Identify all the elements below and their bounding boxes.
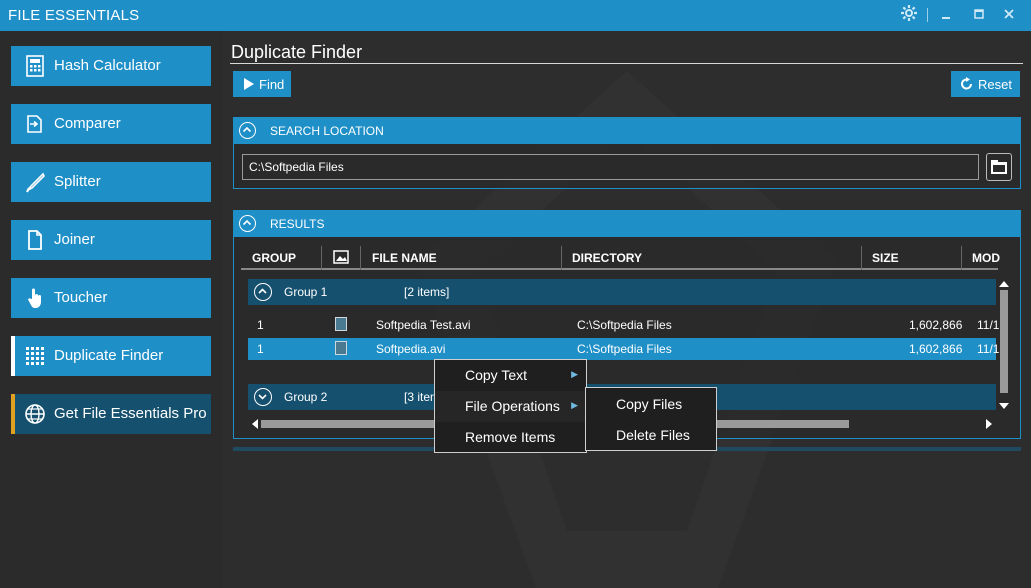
sidebar-item-label: Joiner	[54, 231, 95, 248]
cell-file-name: Softpedia Test.avi	[376, 318, 471, 332]
close-icon[interactable]	[998, 4, 1020, 26]
gear-icon[interactable]	[898, 4, 920, 26]
sidebar-item-label: Duplicate Finder	[54, 347, 164, 364]
reset-button-label: Reset	[978, 77, 1012, 92]
column-divider[interactable]	[360, 246, 361, 270]
play-icon	[244, 78, 254, 90]
page-title: Duplicate Finder	[231, 42, 363, 62]
group-count: [2 items]	[404, 285, 450, 299]
table-row-selected[interactable]: 1 Softpedia.avi C:\Softpedia Files 1,602…	[248, 338, 1000, 360]
file-icon	[335, 341, 347, 355]
collapse-icon[interactable]	[239, 122, 256, 139]
table-row[interactable]: 1 Softpedia Test.avi C:\Softpedia Files …	[248, 314, 1000, 336]
file-icon	[335, 317, 347, 331]
minimize-icon[interactable]	[935, 4, 957, 26]
column-divider[interactable]	[561, 246, 562, 270]
main-content: Duplicate Finder Find Reset SEARCH LOCAT…	[222, 31, 1031, 588]
group-name: Group 2	[284, 390, 328, 404]
sidebar-item-toucher[interactable]: Toucher	[11, 278, 211, 318]
cell-file-name: Softpedia.avi	[376, 342, 446, 356]
column-divider[interactable]	[961, 246, 962, 270]
vertical-scrollbar[interactable]	[998, 281, 1010, 411]
maximize-icon[interactable]	[968, 4, 990, 26]
pro-indicator	[11, 394, 15, 434]
group-row[interactable]: Group 1 [2 items]	[248, 279, 996, 305]
expand-icon[interactable]	[254, 388, 272, 406]
menu-item-file-operations[interactable]: File Operations ▶	[435, 391, 586, 422]
context-menu: Copy Text ▶ File Operations ▶ Remove Ite…	[434, 359, 587, 453]
title-bar: FILE ESSENTIALS	[0, 0, 1031, 31]
sidebar-item-hash-calculator[interactable]: Hash Calculator	[11, 46, 211, 86]
hand-pointer-icon	[24, 287, 46, 309]
submenu-file-operations: Copy Files Delete Files	[585, 387, 717, 451]
folder-icon	[991, 160, 1007, 174]
cell-modified: 11/1	[977, 342, 1000, 356]
knife-icon	[24, 171, 46, 193]
grid-icon	[24, 345, 46, 367]
column-directory[interactable]: DIRECTORY	[572, 251, 642, 265]
globe-icon	[24, 403, 46, 425]
compare-icon	[24, 113, 46, 135]
sidebar-item-label: Toucher	[54, 289, 108, 306]
sidebar-item-joiner[interactable]: Joiner	[11, 220, 211, 260]
menu-item-label: Copy Files	[616, 396, 683, 412]
sidebar-item-label: Get File Essentials Pro	[54, 405, 207, 422]
image-icon[interactable]	[333, 250, 349, 267]
collapse-icon[interactable]	[239, 215, 256, 232]
sidebar-item-label: Comparer	[54, 115, 121, 132]
menu-item-copy-text[interactable]: Copy Text ▶	[435, 360, 586, 391]
submenu-arrow-icon: ▶	[571, 400, 578, 410]
results-title: RESULTS	[270, 217, 325, 231]
cell-modified: 11/1	[977, 318, 1000, 332]
results-header[interactable]: RESULTS	[233, 210, 1021, 237]
reset-button[interactable]: Reset	[951, 71, 1020, 97]
search-path-input[interactable]	[242, 154, 979, 180]
document-icon	[24, 229, 46, 251]
collapse-icon[interactable]	[254, 283, 272, 301]
menu-item-label: File Operations	[465, 398, 560, 414]
cell-size: 1,602,866	[909, 342, 963, 356]
column-modified[interactable]: MOD	[972, 251, 1000, 265]
results-column-headers: GROUP FILE NAME DIRECTORY SIZE MOD	[241, 246, 1000, 270]
sidebar: Hash Calculator Comparer Splitter Joiner…	[0, 31, 222, 588]
column-divider[interactable]	[861, 246, 862, 270]
title-divider	[230, 63, 1023, 64]
menu-item-copy-files[interactable]: Copy Files	[586, 389, 716, 420]
cell-group: 1	[257, 318, 264, 332]
submenu-arrow-icon: ▶	[571, 369, 578, 379]
sidebar-item-get-pro[interactable]: Get File Essentials Pro	[11, 394, 211, 434]
find-button-label: Find	[259, 77, 285, 92]
sidebar-item-splitter[interactable]: Splitter	[11, 162, 211, 202]
column-file-name[interactable]: FILE NAME	[372, 251, 437, 265]
cell-size: 1,602,866	[909, 318, 963, 332]
sidebar-item-duplicate-finder[interactable]: Duplicate Finder	[11, 336, 211, 376]
find-button[interactable]: Find	[233, 71, 291, 97]
menu-item-label: Copy Text	[465, 367, 527, 383]
sidebar-item-comparer[interactable]: Comparer	[11, 104, 211, 144]
sidebar-item-label: Hash Calculator	[54, 57, 161, 74]
sidebar-item-label: Splitter	[54, 173, 101, 190]
menu-item-label: Delete Files	[616, 427, 690, 443]
cell-directory: C:\Softpedia Files	[577, 318, 672, 332]
app-title: FILE ESSENTIALS	[8, 7, 140, 24]
cell-group: 1	[257, 342, 264, 356]
group-name: Group 1	[284, 285, 328, 299]
titlebar-divider	[927, 8, 928, 22]
column-size[interactable]: SIZE	[872, 251, 899, 265]
calculator-icon	[24, 55, 46, 77]
menu-item-delete-files[interactable]: Delete Files	[586, 420, 716, 451]
menu-item-label: Remove Items	[465, 429, 556, 445]
cell-directory: C:\Softpedia Files	[577, 342, 672, 356]
search-location-title: SEARCH LOCATION	[270, 124, 384, 138]
reset-icon	[961, 77, 972, 90]
search-location-header[interactable]: SEARCH LOCATION	[233, 117, 1021, 144]
active-indicator	[11, 336, 15, 376]
browse-folder-button[interactable]	[986, 153, 1012, 181]
column-divider[interactable]	[321, 246, 322, 270]
menu-item-remove-items[interactable]: Remove Items	[435, 422, 586, 453]
column-group[interactable]: GROUP	[252, 251, 296, 265]
